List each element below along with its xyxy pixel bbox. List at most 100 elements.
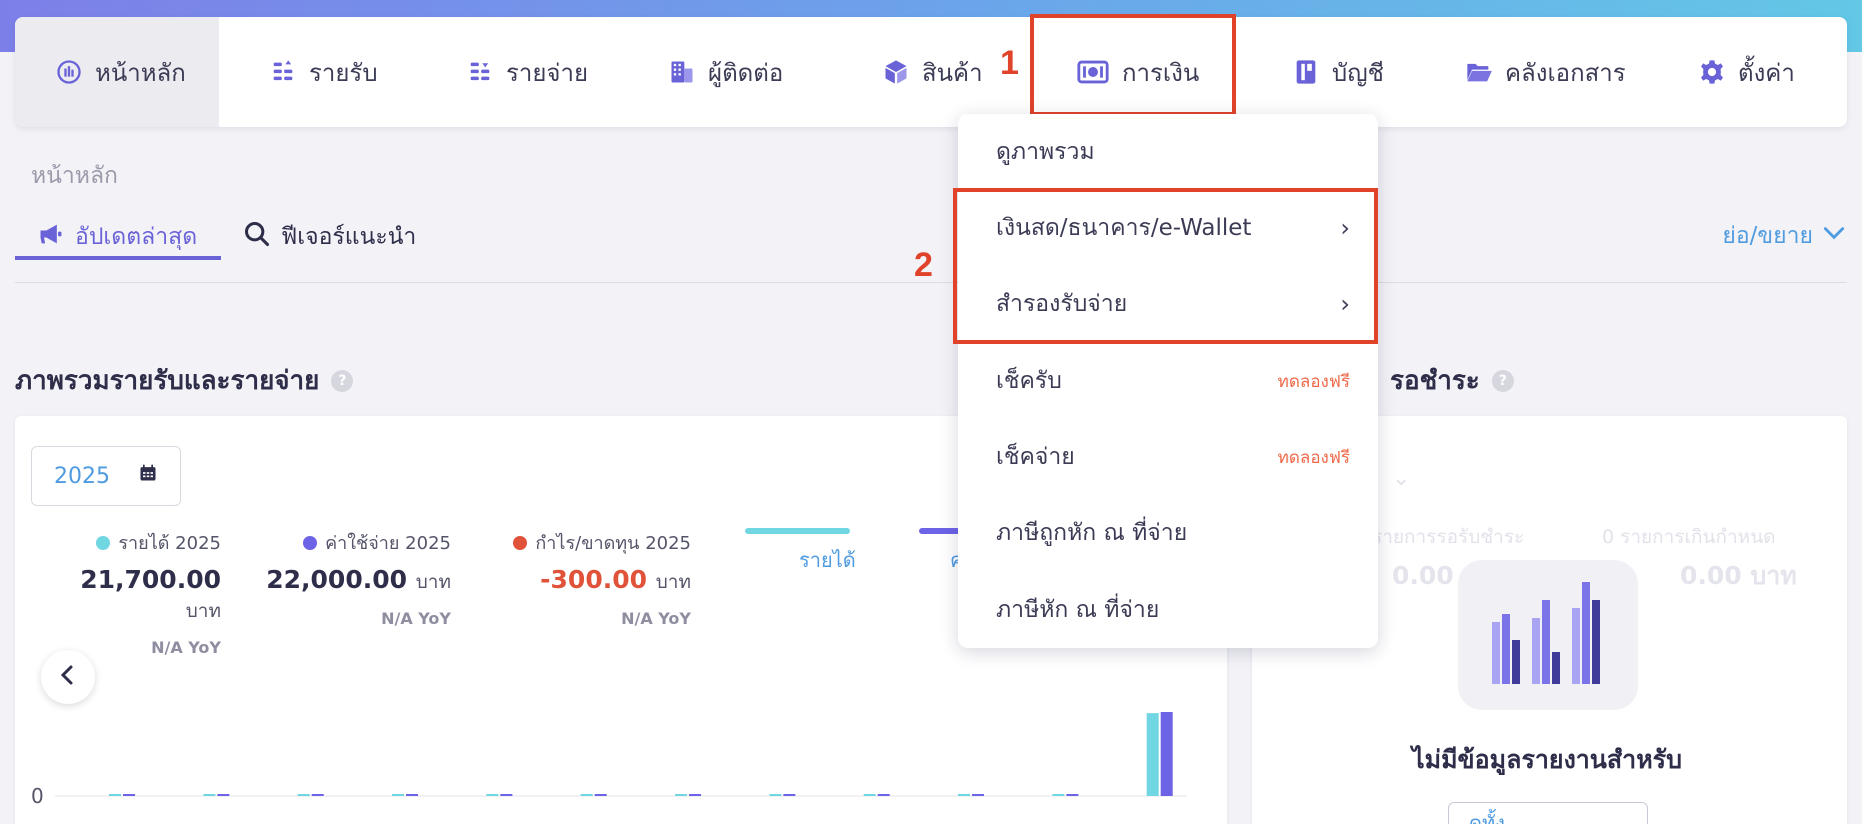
product-box-icon — [882, 58, 910, 86]
bar-expense-3[interactable] — [311, 794, 324, 796]
receivables-section-title: รอชำระ ? — [1390, 360, 1514, 401]
dropdown-item-cash-bank-ewallet[interactable]: เงินสด/ธนาคาร/e-Wallet › — [958, 190, 1378, 266]
empty-report-illustration — [1458, 560, 1638, 710]
folder-icon — [1465, 58, 1493, 86]
bar-expense-5[interactable] — [500, 794, 513, 796]
bar-income-5[interactable] — [486, 794, 499, 796]
dropdown-item-label: ภาษีถูกหัก ณ ที่จ่าย — [996, 520, 1188, 546]
faded-pending-label: รายการรอรับชำระ — [1372, 526, 1525, 548]
income-coins-icon — [269, 58, 297, 86]
step-number-2: 2 — [914, 246, 933, 284]
chevron-down-icon — [1821, 220, 1847, 252]
collapse-label: ย่อ/ขยาย — [1722, 223, 1813, 249]
bar-expense-11[interactable] — [1066, 794, 1079, 796]
tab-recommended-features[interactable]: ฟีเจอร์แนะนำ — [243, 214, 416, 260]
nav-item-finance[interactable]: การเงิน — [1076, 17, 1199, 127]
dropdown-item-withheld-tax[interactable]: ภาษีถูกหัก ณ ที่จ่าย — [958, 495, 1378, 571]
money-banknote-icon — [1076, 55, 1110, 89]
nav-item-income[interactable]: รายรับ — [269, 17, 378, 127]
overview-title-text: ภาพรวมรายรับและรายจ่าย — [15, 366, 320, 396]
tab-latest-updates[interactable]: อัปเดตล่าสุด — [37, 214, 197, 260]
receivables-title-text: รอชำระ — [1390, 366, 1480, 396]
dashboard-gauge-icon — [55, 58, 83, 86]
nav-item-label: รายรับ — [309, 58, 378, 87]
bar-income-8[interactable] — [769, 794, 782, 796]
view-all-label: ดูทั้ง — [1469, 811, 1505, 824]
breadcrumb: หน้าหลัก — [31, 163, 118, 189]
faded-overdue-label: 0 รายการเกินกำหนด — [1602, 526, 1776, 548]
bar-expense-7[interactable] — [689, 794, 702, 796]
expense-coins-icon — [466, 58, 494, 86]
dropdown-item-label: เงินสด/ธนาคาร/e-Wallet — [996, 215, 1252, 241]
nav-item-label: รายจ่าย — [506, 58, 589, 87]
dropdown-item-label: เช็ครับ — [996, 368, 1062, 394]
bar-expense-8[interactable] — [783, 794, 796, 796]
dropdown-item-label: ภาษีหัก ณ ที่จ่าย — [996, 597, 1160, 623]
nav-item-products[interactable]: สินค้า — [882, 17, 983, 127]
step-number-1: 1 — [1000, 44, 1019, 82]
main-navbar: หน้าหลัก รายรับ รายจ่าย ผู้ติดต่อ สินค้า… — [15, 17, 1847, 127]
bar-income-9[interactable] — [863, 794, 876, 796]
bar-income-6[interactable] — [580, 794, 593, 796]
dropdown-item-label: ดูภาพรวม — [996, 139, 1095, 165]
bar-income-3[interactable] — [297, 794, 310, 796]
bar-income-7[interactable] — [675, 794, 688, 796]
nav-item-settings[interactable]: ตั้งค่า — [1698, 17, 1795, 127]
free-trial-badge: ทดลองฟรี — [1277, 371, 1350, 392]
dropdown-item-cheque-paid[interactable]: เช็คจ่าย ทดลองฟรี — [958, 419, 1378, 495]
help-icon[interactable]: ? — [331, 369, 354, 392]
faded-overdue-value: 0.00 บาท — [1680, 561, 1797, 590]
bar-expense-1[interactable] — [123, 794, 136, 796]
view-all-button[interactable]: ดูทั้ง — [1448, 802, 1648, 824]
nav-item-label: การเงิน — [1122, 58, 1200, 87]
bar-income-1[interactable] — [109, 794, 122, 796]
bar-expense-4[interactable] — [406, 794, 419, 796]
gear-icon — [1698, 58, 1726, 86]
y-axis-zero-label: 0 — [31, 784, 44, 808]
dropdown-item-label: สำรองรับจ่าย — [996, 291, 1128, 317]
bar-income-2[interactable] — [203, 794, 216, 796]
help-icon[interactable]: ? — [1491, 369, 1514, 392]
tab-label: ฟีเจอร์แนะนำ — [281, 224, 417, 250]
bar-expense-6[interactable] — [594, 794, 607, 796]
search-icon — [243, 220, 271, 254]
nav-item-contacts[interactable]: ผู้ติดต่อ — [668, 17, 783, 127]
dropdown-item-cheque-received[interactable]: เช็ครับ ทดลองฟรี — [958, 343, 1378, 419]
nav-item-accounting[interactable]: บัญชี — [1292, 17, 1384, 127]
bar-chart-illustration-icon — [1492, 582, 1600, 684]
bar-income-11[interactable] — [1052, 794, 1065, 796]
contacts-building-icon — [668, 58, 696, 86]
bar-expense-10[interactable] — [972, 794, 985, 796]
dropdown-item-withholding-tax[interactable]: ภาษีหัก ณ ที่จ่าย — [958, 572, 1378, 648]
accounting-book-icon — [1292, 58, 1320, 86]
chevron-right-icon: › — [1340, 214, 1350, 242]
bar-income-10[interactable] — [958, 794, 971, 796]
nav-item-label: ตั้งค่า — [1738, 58, 1795, 87]
bar-income-4[interactable] — [392, 794, 405, 796]
megaphone-icon — [37, 220, 65, 254]
nav-item-label: บัญชี — [1332, 58, 1384, 87]
dropdown-item-label: เช็คจ่าย — [996, 444, 1075, 470]
nav-item-expense[interactable]: รายจ่าย — [466, 17, 588, 127]
bar-income-12[interactable] — [1146, 713, 1159, 796]
nav-item-label: หน้าหลัก — [95, 58, 186, 87]
nav-item-label: สินค้า — [922, 58, 983, 87]
collapse-expand-toggle[interactable]: ย่อ/ขยาย — [1722, 218, 1847, 254]
chevron-right-icon: › — [1340, 290, 1350, 318]
finance-dropdown-menu: ดูภาพรวม เงินสด/ธนาคาร/e-Wallet › สำรองร… — [958, 114, 1378, 648]
overview-section-title: ภาพรวมรายรับและรายจ่าย ? — [15, 360, 354, 401]
nav-item-documents[interactable]: คลังเอกสาร — [1465, 17, 1626, 127]
bar-expense-12[interactable] — [1160, 712, 1173, 796]
nav-item-label: ผู้ติดต่อ — [708, 58, 784, 87]
free-trial-badge: ทดลองฟรี — [1277, 447, 1350, 468]
active-tab-underline — [15, 256, 221, 260]
bar-expense-2[interactable] — [217, 794, 230, 796]
nav-item-label: คลังเอกสาร — [1505, 58, 1626, 87]
nav-item-home[interactable]: หน้าหลัก — [15, 17, 219, 127]
bar-expense-9[interactable] — [877, 794, 890, 796]
empty-report-message: ไม่มีข้อมูลรายงานสำหรับ — [1412, 745, 1682, 774]
tab-label: อัปเดตล่าสุด — [75, 224, 198, 250]
dropdown-item-overview[interactable]: ดูภาพรวม — [958, 114, 1378, 190]
dropdown-item-petty-cash[interactable]: สำรองรับจ่าย › — [958, 266, 1378, 342]
faded-chevron-icon: ⌄ — [1392, 466, 1411, 491]
